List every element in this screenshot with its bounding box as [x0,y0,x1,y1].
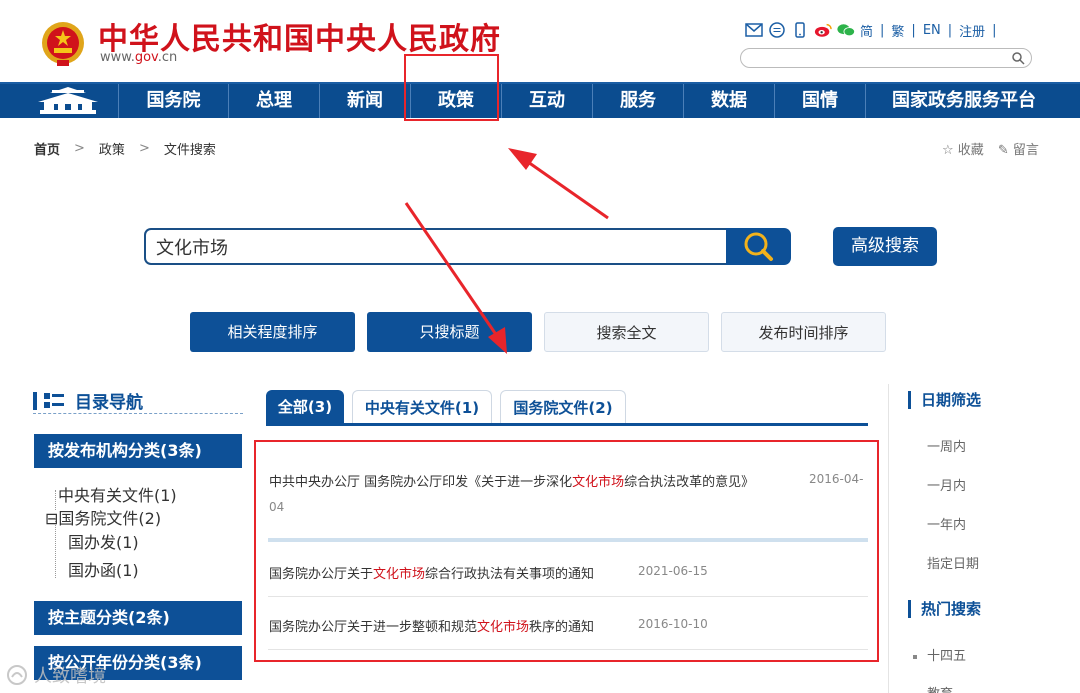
breadcrumb-current: 文件搜索 [163,143,216,158]
date-filter-month[interactable]: 一月内 [927,475,966,494]
nav-guoqing[interactable]: 国情 [774,84,865,118]
link-english[interactable]: EN [923,23,941,38]
link-traditional[interactable]: 繁 [891,21,904,40]
link-simplified[interactable]: 简 [860,21,873,40]
nav-zongli[interactable]: 总理 [228,84,319,118]
category-by-org[interactable]: 按发布机构分类(3条) [34,434,242,468]
tree-item-guobanfa[interactable]: 国办发(1) [68,529,139,553]
title-bar-accent [33,391,37,410]
nav-zhengwu-platform[interactable]: 国家政务服务平台 [865,84,1062,118]
national-emblem-icon[interactable] [40,20,86,68]
nav-fuwu[interactable]: 服务 [592,84,683,118]
nav-xinwen[interactable]: 新闻 [319,84,410,118]
tree-item-central[interactable]: 中央有关文件(1) [58,482,177,506]
date-filter-week[interactable]: 一周内 [927,436,966,455]
tab-state-council-docs[interactable]: 国务院文件(2) [500,390,626,424]
message-icon[interactable] [768,21,786,39]
category-by-theme[interactable]: 按主题分类(2条) [34,601,242,635]
date-filter-year[interactable]: 一年内 [927,514,966,533]
breadcrumb: 首页 > 政策 > 文件搜索 [34,139,216,158]
pencil-icon: ✎ [997,143,1009,158]
watermark-logo-icon [7,665,27,685]
tiananmen-home-icon[interactable] [36,86,100,116]
sort-buttons: 相关程度排序 只搜标题 搜索全文 发布时间排序 [190,312,886,352]
sort-date-button[interactable]: 发布时间排序 [721,312,886,352]
watermark: 人致嗜境 [6,662,106,688]
tree-item-state-council[interactable]: ⊟国务院文件(2) [45,505,161,529]
hot-search-item[interactable]: 十四五 [913,645,966,664]
link-register[interactable]: 注册 [959,21,985,40]
wechat-icon[interactable] [837,21,855,39]
date-filter-custom[interactable]: 指定日期 [927,553,979,572]
main-nav: 国务院 总理 新闻 政策 互动 服务 数据 国情 国家政务服务平台 [0,82,1080,118]
search-icon [744,232,773,261]
tab-all[interactable]: 全部(3) [266,390,344,424]
advanced-search-button[interactable]: 高级搜索 [833,227,937,266]
fulltext-button[interactable]: 搜索全文 [544,312,709,352]
site-url: www.gov.cn [100,50,178,65]
right-sidebar-divider [888,384,889,693]
directory-nav-title: 目录导航 [33,388,243,414]
search-button[interactable] [726,228,791,265]
header-search-input[interactable] [751,51,1001,69]
nav-shuju[interactable]: 数据 [683,84,774,118]
tree-item-guobanhan[interactable]: 国办函(1) [68,557,139,581]
favorite-button[interactable]: ☆ 收藏 [942,139,984,158]
message-button[interactable]: ✎ 留言 [998,139,1039,158]
collapse-toggle-icon[interactable]: ⊟ [45,509,58,528]
page-tools: ☆ 收藏 ✎ 留言 [942,139,1039,158]
header-search[interactable] [740,48,1032,69]
bullet-icon [913,654,917,659]
tab-underline [266,423,868,426]
site-header: 中华人民共和国中央人民政府 www.gov.cn 简 | 繁 | EN | 注册… [0,0,1080,82]
weibo-icon[interactable] [814,21,832,39]
tab-central-docs[interactable]: 中央有关文件(1) [352,390,492,424]
breadcrumb-home[interactable]: 首页 [34,139,60,158]
search-input[interactable] [156,230,716,263]
directory-icon [44,392,64,408]
search-icon[interactable] [1011,51,1025,65]
breadcrumb-policy[interactable]: 政策 [99,139,125,158]
title-only-button[interactable]: 只搜标题 [367,312,532,352]
mail-icon[interactable] [745,21,763,39]
sort-relevance-button[interactable]: 相关程度排序 [190,312,355,352]
annotation-box-results [254,440,879,662]
hot-search-item[interactable]: 教育 [913,683,953,693]
separator: | [992,22,997,38]
nav-hudong[interactable]: 互动 [501,84,592,118]
breadcrumb-separator: > [138,141,150,156]
top-links: 简 | 繁 | EN | 注册 | [745,20,999,40]
mobile-icon[interactable] [791,21,809,39]
breadcrumb-separator: > [74,141,85,156]
star-icon: ☆ [942,143,954,158]
date-filter-title: 日期筛选 [908,391,981,409]
separator: | [880,22,885,38]
nav-guowuyuan[interactable]: 国务院 [118,84,228,118]
separator: | [947,22,953,38]
hot-search-title: 热门搜索 [908,600,981,618]
main-search-box[interactable] [144,228,726,265]
annotation-box-policy-nav [404,54,499,121]
separator: | [911,22,916,38]
annotation-arrow-to-nav [508,148,609,220]
